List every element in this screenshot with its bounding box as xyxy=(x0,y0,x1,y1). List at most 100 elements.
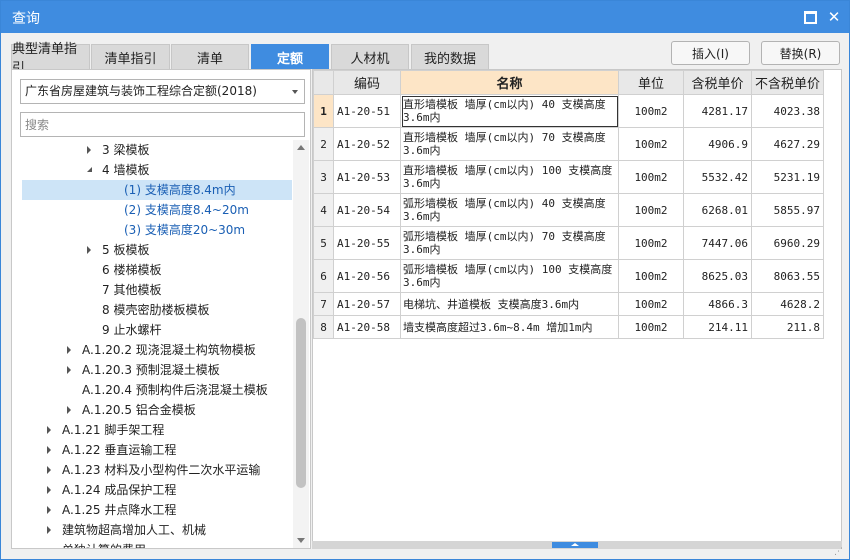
tree-item[interactable]: 8 模壳密肋楼板模板 xyxy=(12,300,294,320)
table-row[interactable]: 8 A1-20-58 墙支模高度超过3.6m~8.4m 增加1m内 100m2 … xyxy=(313,315,824,339)
tree-item[interactable]: A.1.20.2 现浇混凝土构筑物模板 xyxy=(12,340,294,360)
splitter-grip-icon[interactable] xyxy=(552,542,598,548)
tree-item[interactable]: A.1.23 材料及小型构件二次水平运输 xyxy=(12,460,294,480)
bottom-splitter[interactable] xyxy=(312,541,842,549)
tree-item[interactable]: A.1.24 成品保护工程 xyxy=(12,480,294,500)
expand-icon[interactable] xyxy=(67,346,71,354)
cell-notax-price[interactable]: 5855.97 xyxy=(751,193,824,227)
cell-name[interactable]: 弧形墙模板 墙厚(cm以内) 70 支模高度3.6m内 xyxy=(400,226,619,260)
tree-item[interactable]: 5 板模板 xyxy=(12,240,294,260)
cell-name[interactable]: 直形墙模板 墙厚(cm以内) 70 支模高度3.6m内 xyxy=(400,127,619,161)
table-row[interactable]: 4 A1-20-54 弧形墙模板 墙厚(cm以内) 40 支模高度3.6m内 1… xyxy=(313,193,824,227)
cell-code[interactable]: A1-20-56 xyxy=(333,259,401,293)
tree-item[interactable]: A.1.21 脚手架工程 xyxy=(12,420,294,440)
resize-grip-icon[interactable]: ⋰ xyxy=(834,547,846,559)
expand-icon[interactable] xyxy=(47,426,51,434)
column-header-notax-price[interactable]: 不含税单价 xyxy=(751,70,824,95)
cell-tax-price[interactable]: 8625.03 xyxy=(683,259,752,293)
tree-item[interactable]: 9 止水螺杆 xyxy=(12,320,294,340)
column-header-code[interactable]: 编码 xyxy=(333,70,401,95)
cell-code[interactable]: A1-20-52 xyxy=(333,127,401,161)
cell-tax-price[interactable]: 4906.9 xyxy=(683,127,752,161)
cell-notax-price[interactable]: 5231.19 xyxy=(751,160,824,194)
cell-code[interactable]: A1-20-58 xyxy=(333,315,401,339)
tree-item[interactable]: 3 梁模板 xyxy=(12,140,294,160)
tree-item[interactable]: (3) 支模高度20~30m xyxy=(12,220,294,240)
cell-notax-price[interactable]: 211.8 xyxy=(751,315,824,339)
tree-item[interactable]: A.1.22 垂直运输工程 xyxy=(12,440,294,460)
table-row[interactable]: 6 A1-20-56 弧形墙模板 墙厚(cm以内) 100 支模高度3.6m内 … xyxy=(313,259,824,293)
tree-item[interactable]: A.1.25 井点降水工程 xyxy=(12,500,294,520)
cell-unit[interactable]: 100m2 xyxy=(618,127,684,161)
cell-tax-price[interactable]: 5532.42 xyxy=(683,160,752,194)
expand-icon[interactable] xyxy=(47,486,51,494)
tree-item-selected[interactable]: (1) 支模高度8.4m内 xyxy=(12,180,294,200)
scrollbar-thumb[interactable] xyxy=(296,318,306,488)
cell-name[interactable]: 墙支模高度超过3.6m~8.4m 增加1m内 xyxy=(400,315,619,339)
expand-icon[interactable] xyxy=(67,366,71,374)
tree-item[interactable]: (2) 支模高度8.4~20m xyxy=(12,200,294,220)
collapse-icon[interactable] xyxy=(87,167,92,172)
expand-icon[interactable] xyxy=(47,506,51,514)
table-row[interactable]: 5 A1-20-55 弧形墙模板 墙厚(cm以内) 70 支模高度3.6m内 1… xyxy=(313,226,824,260)
cell-notax-price[interactable]: 6960.29 xyxy=(751,226,824,260)
tab-quota[interactable]: 定额 xyxy=(251,44,329,69)
table-row[interactable]: 1 A1-20-51 直形墙模板 墙厚(cm以内) 40 支模高度3.6m内 1… xyxy=(313,94,824,128)
cell-notax-price[interactable]: 4023.38 xyxy=(751,94,824,128)
column-header-tax-price[interactable]: 含税单价 xyxy=(683,70,752,95)
cell-tax-price[interactable]: 6268.01 xyxy=(683,193,752,227)
cell-unit[interactable]: 100m2 xyxy=(618,226,684,260)
table-row[interactable]: 7 A1-20-57 电梯坑、井道模板 支模高度3.6m内 100m2 4866… xyxy=(313,292,824,316)
cell-unit[interactable]: 100m2 xyxy=(618,160,684,194)
cell-unit[interactable]: 100m2 xyxy=(618,259,684,293)
scroll-down-icon[interactable] xyxy=(297,538,305,543)
cell-unit[interactable]: 100m2 xyxy=(618,94,684,128)
cell-unit[interactable]: 100m2 xyxy=(618,292,684,316)
tree-item[interactable]: A.1.20.4 预制构件后浇混凝土模板 xyxy=(12,380,294,400)
cell-tax-price[interactable]: 7447.06 xyxy=(683,226,752,260)
tab-list-guide[interactable]: 清单指引 xyxy=(91,44,170,69)
column-header-name[interactable]: 名称 xyxy=(400,70,619,95)
expand-icon[interactable] xyxy=(87,246,91,254)
expand-icon[interactable] xyxy=(47,526,51,534)
cell-tax-price[interactable]: 4281.17 xyxy=(683,94,752,128)
tab-typical-list-guide[interactable]: 典型清单指引 xyxy=(11,42,90,76)
cell-code[interactable]: A1-20-57 xyxy=(333,292,401,316)
tree-item[interactable]: 7 其他模板 xyxy=(12,280,294,300)
tree-item[interactable]: 6 楼梯模板 xyxy=(12,260,294,280)
tree-item[interactable]: 单独计算的费用 xyxy=(12,540,294,548)
cell-unit[interactable]: 100m2 xyxy=(618,193,684,227)
cell-code[interactable]: A1-20-53 xyxy=(333,160,401,194)
tab-labor-material-machine[interactable]: 人材机 xyxy=(331,44,409,69)
expand-icon[interactable] xyxy=(67,406,71,414)
cell-name[interactable]: 直形墙模板 墙厚(cm以内) 100 支模高度3.6m内 xyxy=(400,160,619,194)
tree-item[interactable]: 建筑物超高增加人工、机械 xyxy=(12,520,294,540)
expand-icon[interactable] xyxy=(87,146,91,154)
cell-tax-price[interactable]: 4866.3 xyxy=(683,292,752,316)
maximize-icon[interactable] xyxy=(801,8,819,26)
cell-name[interactable]: 电梯坑、井道模板 支模高度3.6m内 xyxy=(400,292,619,316)
tree-item[interactable]: A.1.20.5 铝合金模板 xyxy=(12,400,294,420)
tree-item[interactable]: A.1.20.3 预制混凝土模板 xyxy=(12,360,294,380)
tree-scrollbar[interactable] xyxy=(293,140,309,548)
cell-notax-price[interactable]: 4627.29 xyxy=(751,127,824,161)
cell-code[interactable]: A1-20-54 xyxy=(333,193,401,227)
column-header-unit[interactable]: 单位 xyxy=(618,70,684,95)
cell-notax-price[interactable]: 8063.55 xyxy=(751,259,824,293)
cell-code[interactable]: A1-20-55 xyxy=(333,226,401,260)
expand-icon[interactable] xyxy=(47,446,51,454)
close-icon[interactable]: ✕ xyxy=(825,8,843,26)
expand-icon[interactable] xyxy=(47,466,51,474)
scroll-up-icon[interactable] xyxy=(297,145,305,150)
cell-unit[interactable]: 100m2 xyxy=(618,315,684,339)
table-row[interactable]: 3 A1-20-53 直形墙模板 墙厚(cm以内) 100 支模高度3.6m内 … xyxy=(313,160,824,194)
tab-list[interactable]: 清单 xyxy=(171,44,249,69)
replace-button[interactable]: 替换(R) xyxy=(761,41,840,65)
tab-my-data[interactable]: 我的数据 xyxy=(411,44,489,69)
cell-name[interactable]: 直形墙模板 墙厚(cm以内) 40 支模高度3.6m内 xyxy=(400,94,619,128)
quota-book-select[interactable]: 广东省房屋建筑与装饰工程综合定额(2018) xyxy=(20,79,305,104)
cell-notax-price[interactable]: 4628.2 xyxy=(751,292,824,316)
cell-name[interactable]: 弧形墙模板 墙厚(cm以内) 100 支模高度3.6m内 xyxy=(400,259,619,293)
table-row[interactable]: 2 A1-20-52 直形墙模板 墙厚(cm以内) 70 支模高度3.6m内 1… xyxy=(313,127,824,161)
cell-name[interactable]: 弧形墙模板 墙厚(cm以内) 40 支模高度3.6m内 xyxy=(400,193,619,227)
